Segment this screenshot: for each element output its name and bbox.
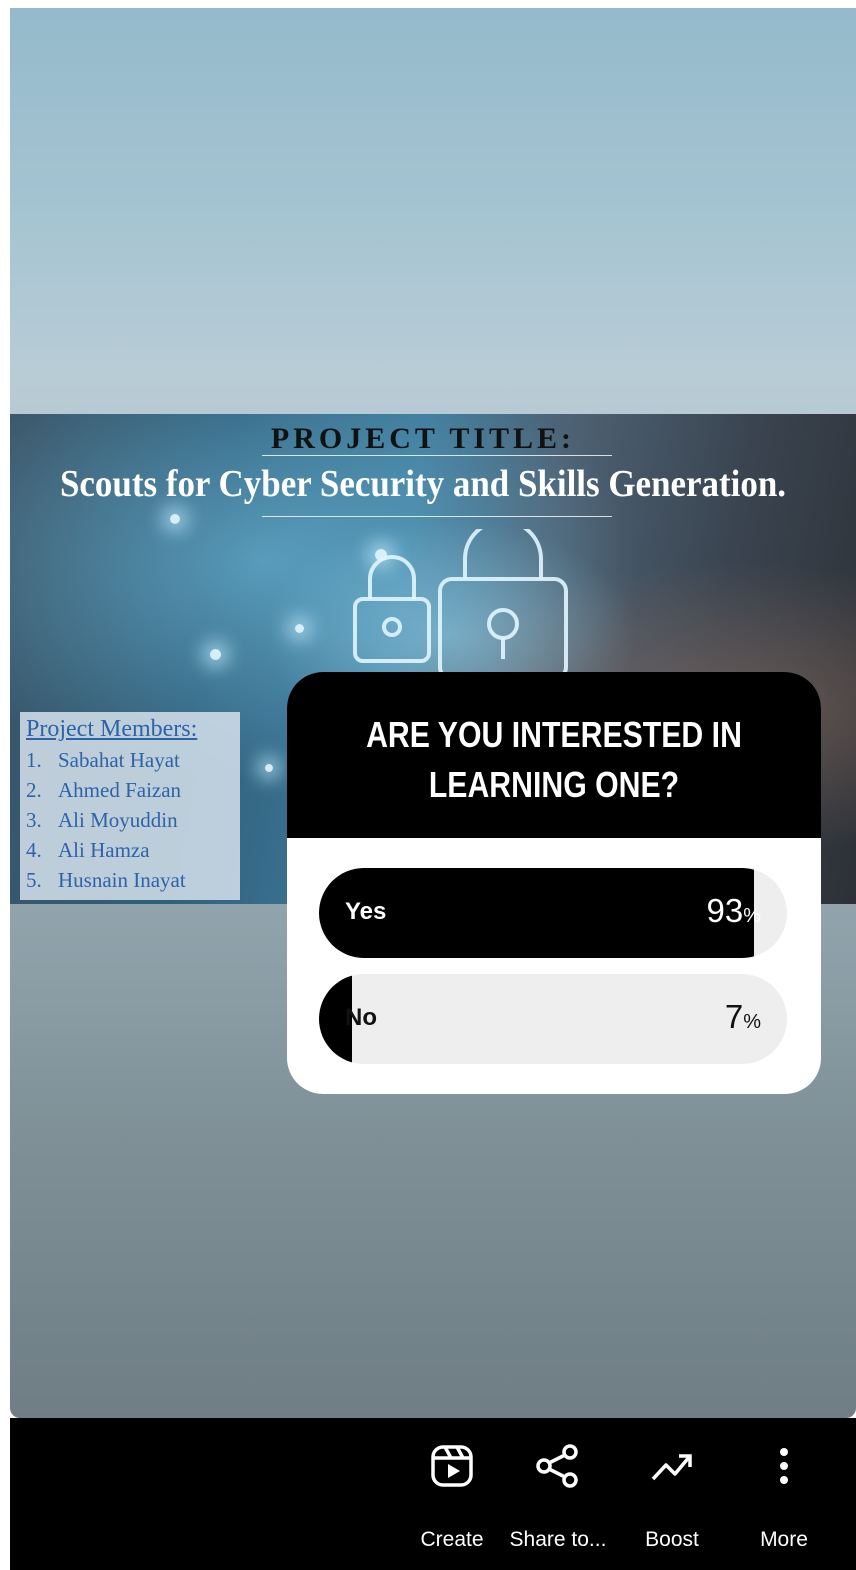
title-divider [262,455,612,456]
member-item: 4. Ali Hamza [26,838,150,862]
reels-play-icon [431,1445,473,1487]
member-item: 1. Sabahat Hayat [26,748,180,772]
share-to-label: Share to... [509,1528,607,1551]
member-item: 2. Ahmed Faizan [26,778,182,802]
trending-up-icon [651,1454,692,1481]
poll-option-label: No [345,1004,377,1031]
share-to-button[interactable]: Share to... [503,1436,613,1552]
poll-percentage: 7% [724,998,761,1035]
more-label: More [760,1528,808,1551]
member-item: 5. Husnain Inayat [26,868,186,892]
more-button[interactable]: More [729,1436,839,1552]
project-members-panel: Project Members: 1. Sabahat Hayat 2. Ahmed… [20,712,240,900]
member-item: 3. Ali Moyuddin [26,808,178,832]
boost-label: Boost [645,1528,699,1551]
more-vertical-icon [780,1448,788,1484]
create-button[interactable]: Create [397,1436,507,1552]
create-label: Create [420,1528,484,1551]
members-heading: Project Members: [26,716,198,742]
title-divider [262,516,612,517]
poll-option-label: Yes [345,898,387,925]
padlock-icon [353,529,568,681]
boost-button[interactable]: Boost [617,1436,727,1552]
story-action-bar: Create Share to... Boost More [10,1418,856,1570]
share-icon [536,1444,578,1488]
project-title-heading: PROJECT TITLE: [270,422,576,455]
poll-sticker: ARE YOU INTERESTED IN LEARNING ONE? Yes … [287,672,821,1094]
poll-question: ARE YOU INTERESTED IN LEARNING ONE? [366,714,742,805]
poll-percentage: 93% [706,892,761,929]
poll-option-no[interactable]: No 7% [319,974,787,1064]
poll-header: ARE YOU INTERESTED IN LEARNING ONE? [287,672,821,838]
project-title: Scouts for Cyber Security and Skills Gen… [59,463,787,505]
poll-option-yes[interactable]: Yes 93% [319,868,787,958]
